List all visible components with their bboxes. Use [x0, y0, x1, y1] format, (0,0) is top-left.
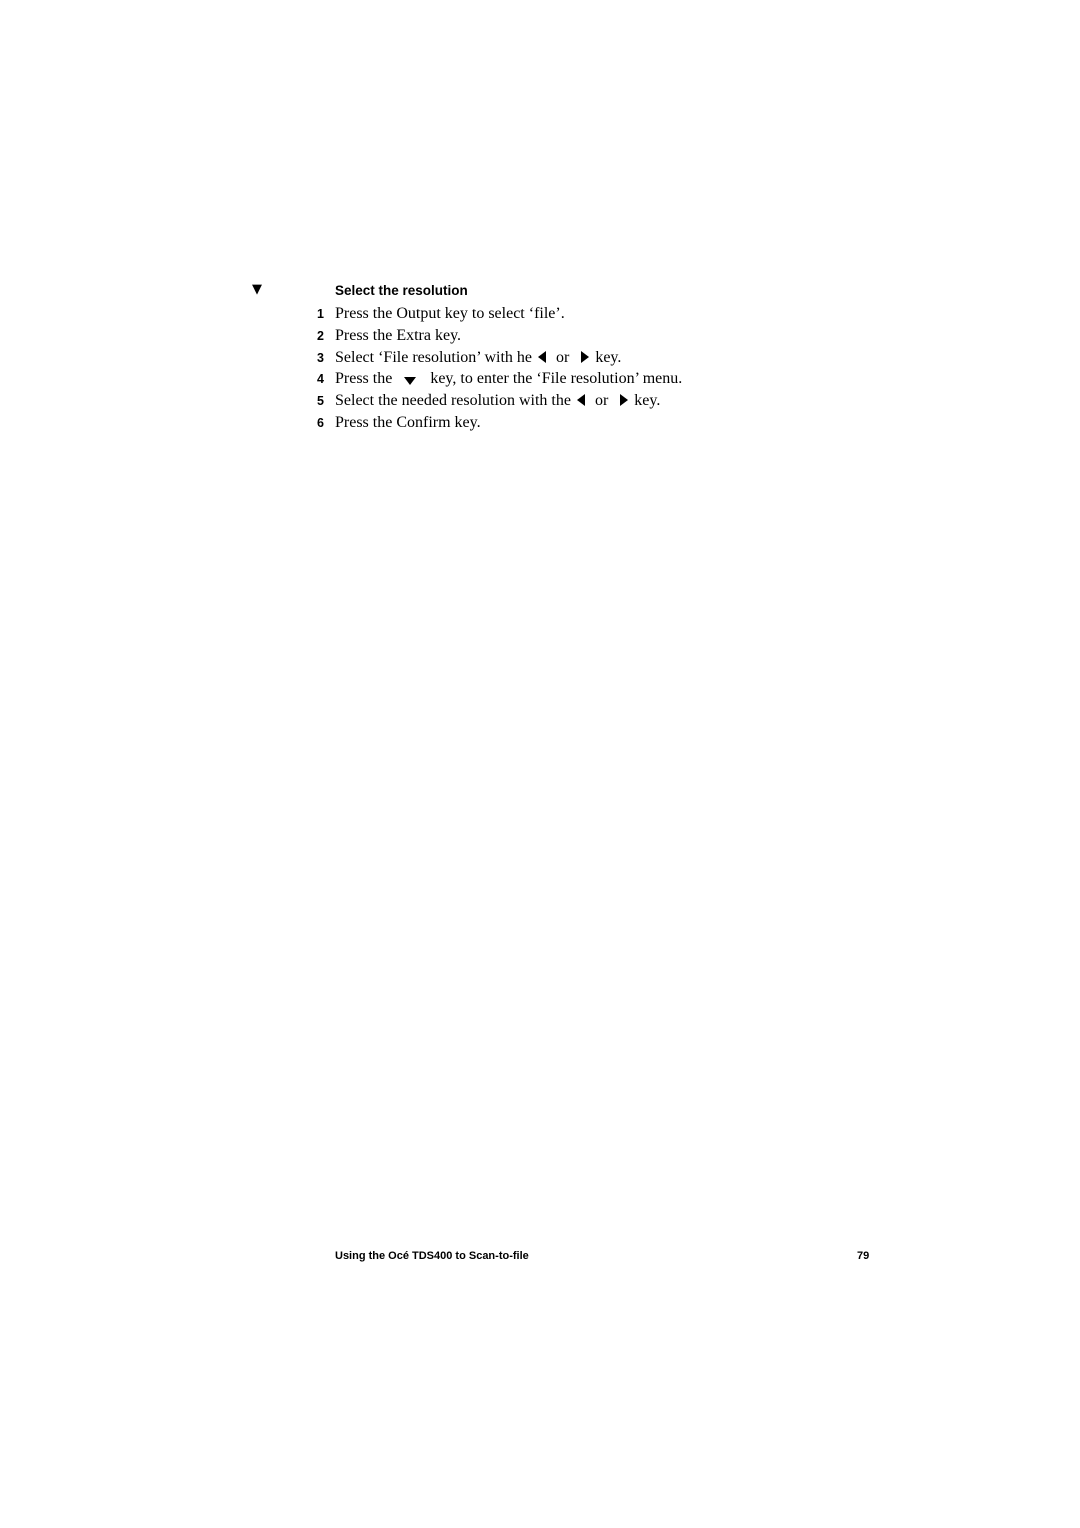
- step-item: 3 Select ‘File resolution’ with he or key.: [313, 348, 682, 370]
- arrow-right-key-icon: [581, 350, 590, 363]
- step-text-part: Select ‘File resolution’ with he: [335, 348, 532, 366]
- step-text: Select the needed resolution with the or k…: [335, 391, 660, 411]
- step-text: Press the Confirm key.: [335, 413, 481, 431]
- step-text: Select ‘File resolution’ with he or key.: [335, 348, 621, 368]
- step-text: Press the Output key to select ‘file’.: [335, 305, 565, 322]
- arrow-left-key-icon: [538, 350, 546, 363]
- step-text-part: Select the needed resolution with the: [335, 392, 571, 410]
- step-text: Press the Extra key.: [335, 326, 462, 344]
- step-text-part: key, to enter the ‘File resolution’ menu…: [430, 370, 683, 388]
- step-number: 6: [317, 415, 324, 430]
- step-item: 4 Press the key, to enter the ‘File resol…: [313, 369, 682, 391]
- step-item: 6 Press the Confirm key.: [313, 413, 682, 435]
- step-item: 5 Select the needed resolution with the o…: [313, 391, 682, 413]
- step-number: 4: [317, 372, 324, 387]
- step-number: 5: [317, 394, 324, 409]
- arrow-right-key-icon: [620, 394, 629, 407]
- step-text-part: Press the: [335, 370, 393, 388]
- section-title: Select the resolution: [335, 283, 468, 298]
- step-item: 2 Press the Extra key.: [313, 326, 682, 348]
- step-text-part: key.: [595, 348, 622, 366]
- arrow-down-key-icon: [404, 377, 417, 386]
- footer-title: Using the Océ TDS400 to Scan-to-file: [335, 1250, 529, 1262]
- step-text-or: or: [556, 348, 570, 366]
- steps-list: 1 Press the Output key to select ‘file’.…: [313, 304, 682, 435]
- step-number: 3: [317, 350, 324, 365]
- step-text-or: or: [594, 392, 609, 410]
- step-number: 2: [317, 328, 324, 343]
- step-item: 1 Press the Output key to select ‘file’.: [313, 304, 682, 326]
- section-marker-icon: ▼: [252, 282, 262, 297]
- step-text: Press the key, to enter the ‘File resolut…: [335, 369, 682, 389]
- step-text-part: key.: [634, 392, 661, 410]
- step-number: 1: [317, 307, 324, 321]
- arrow-left-key-icon: [576, 394, 585, 407]
- page-number: 79: [857, 1250, 870, 1262]
